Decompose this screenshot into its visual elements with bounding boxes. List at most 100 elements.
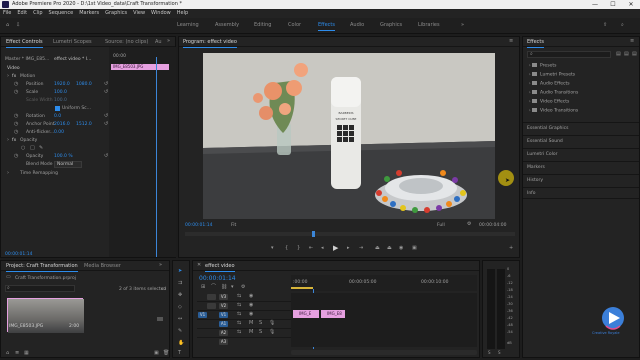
selection-tool-icon[interactable]: ➤ xyxy=(178,269,182,274)
track-label-v2[interactable]: V2 xyxy=(219,303,228,309)
tab-audio-clip-mixer[interactable]: Au xyxy=(155,39,162,45)
track-v1[interactable]: V1 V1 ⇆ ◉ xyxy=(197,311,291,320)
track-lock-v2[interactable] xyxy=(207,303,216,309)
program-scrub-bar[interactable] xyxy=(185,232,515,236)
play-icon[interactable]: ▶ xyxy=(333,245,338,252)
workspace-editing[interactable]: Editing xyxy=(254,22,271,28)
snap-icon[interactable]: ⌒ xyxy=(211,285,216,290)
expand-motion-icon[interactable]: › xyxy=(7,74,9,79)
rotation-value[interactable]: 0.0 xyxy=(54,114,61,119)
workspace-effects[interactable]: Effects xyxy=(318,22,335,31)
track-label-a1[interactable]: A1 xyxy=(219,321,228,327)
sequence-clip-label[interactable]: effect video * I... xyxy=(54,57,91,62)
accelerated-effects-icon[interactable]: ▤ xyxy=(616,52,621,57)
go-to-in-icon[interactable]: ⇤ xyxy=(309,246,313,251)
blend-mode-select[interactable]: Normal xyxy=(54,161,82,168)
effects-title[interactable]: Effects xyxy=(527,39,544,48)
track-sync-lock-icon[interactable]: ⇆ xyxy=(237,303,241,308)
zoom-slider[interactable] xyxy=(157,317,163,321)
panel-more-icon[interactable]: » xyxy=(167,39,170,44)
track-sync-lock-icon[interactable]: ⇆ xyxy=(237,330,241,335)
effects-folder-lumetri-presets[interactable]: › Lumetri Presets xyxy=(529,72,575,78)
linked-selection-icon[interactable]: ⛓ xyxy=(221,285,227,290)
pen-mask-icon[interactable]: ✎ xyxy=(39,146,43,151)
timeline-settings-icon[interactable]: ⚙ xyxy=(241,285,245,290)
track-a1[interactable]: A1 ⇆ M S 🎙 xyxy=(197,320,291,329)
eye-icon[interactable]: ◉ xyxy=(249,303,253,308)
track-sync-lock-icon[interactable]: ⇆ xyxy=(237,321,241,326)
position-x-value[interactable]: 1920.0 xyxy=(54,82,70,87)
stopwatch-anchor-icon[interactable]: ◷ xyxy=(14,122,18,127)
track-a3[interactable]: A3 xyxy=(197,338,291,347)
effects-menu-icon[interactable]: ≡ xyxy=(630,39,634,44)
effect-controls-mini-timeline[interactable]: 00:00 IMG_E8503.JPG xyxy=(109,47,176,257)
eye-icon[interactable]: ◉ xyxy=(249,294,253,299)
clip-1[interactable]: IMG_E xyxy=(293,310,319,318)
menu-view[interactable]: View xyxy=(130,9,148,18)
go-to-out-icon[interactable]: ⇥ xyxy=(359,246,363,251)
reset-scale-icon[interactable]: ↺ xyxy=(104,90,108,95)
reset-rotation-icon[interactable]: ↺ xyxy=(104,114,108,119)
program-playhead-timecode[interactable]: 00:00:01:14 xyxy=(185,223,212,228)
solo-icon[interactable]: S xyxy=(259,321,262,326)
timeline-timecode[interactable]: 00:00:01:14 xyxy=(199,275,236,282)
panel-essential-graphics[interactable]: Essential Graphics xyxy=(523,122,639,134)
razor-tool-icon[interactable]: ◇ xyxy=(178,305,182,310)
effects-folder-presets[interactable]: › Presets xyxy=(529,63,556,69)
panel-markers[interactable]: Markers xyxy=(523,161,639,173)
rectangle-mask-icon[interactable]: □ xyxy=(30,146,35,151)
yuv-effects-icon[interactable]: ▤ xyxy=(632,52,637,57)
program-monitor-title[interactable]: Program: effect video xyxy=(183,39,237,48)
new-item-icon[interactable]: ▣ xyxy=(154,351,159,356)
anchor-y-value[interactable]: 1512.0 xyxy=(76,122,92,127)
microphone-icon[interactable]: 🎙 xyxy=(269,330,275,335)
uniform-scale-checkbox[interactable] xyxy=(55,106,60,111)
source-patch-v1[interactable]: V1 xyxy=(198,312,207,318)
menu-sequence[interactable]: Sequence xyxy=(46,9,77,18)
track-content-area[interactable]: IMG_E IMG_E8 xyxy=(291,293,477,347)
reset-anchor-icon[interactable]: ↺ xyxy=(104,122,108,127)
search-icon[interactable]: ⌕ xyxy=(621,23,624,28)
workspace-learning[interactable]: Learning xyxy=(177,22,199,28)
program-video-frame[interactable]: BARBERIS SECRET CUBE xyxy=(203,53,495,219)
more-workspaces-icon[interactable]: » xyxy=(461,23,464,28)
home-icon[interactable]: ⌂ xyxy=(6,23,9,28)
step-back-icon[interactable]: ◂ xyxy=(321,246,324,251)
mark-out-icon[interactable]: } xyxy=(297,246,300,251)
extract-icon[interactable]: ⏏ xyxy=(387,246,392,251)
workspace-libraries[interactable]: Libraries xyxy=(418,22,440,28)
panel-history[interactable]: History xyxy=(523,174,639,186)
mini-timeline-playhead[interactable] xyxy=(156,57,157,257)
panel-lumetri-color[interactable]: Lumetri Color xyxy=(523,148,639,160)
pen-tool-icon[interactable]: ✎ xyxy=(178,329,182,334)
track-label-a2[interactable]: A2 xyxy=(219,330,228,336)
effects-search-input[interactable] xyxy=(527,51,611,58)
quick-export-icon[interactable]: ⇪ xyxy=(603,23,607,28)
clip-2[interactable]: IMG_E8 xyxy=(321,310,345,318)
anchor-x-value[interactable]: 2016.0 xyxy=(54,122,70,127)
program-menu-icon[interactable]: ≡ xyxy=(509,39,513,44)
reset-position-icon[interactable]: ↺ xyxy=(104,82,108,87)
effects-folder-video-transitions[interactable]: › Video Transitions xyxy=(529,108,578,114)
track-select-tool-icon[interactable]: ⇉ xyxy=(178,281,182,286)
type-tool-icon[interactable]: T xyxy=(178,351,181,356)
stopwatch-antiflicker-icon[interactable]: ◷ xyxy=(14,130,18,135)
ellipse-mask-icon[interactable]: ○ xyxy=(21,146,25,151)
solo-icon[interactable]: S xyxy=(259,330,262,335)
minimize-button[interactable]: — xyxy=(586,0,604,9)
track-sync-lock-icon[interactable]: ⇆ xyxy=(237,312,241,317)
opacity-value[interactable]: 100.0 % xyxy=(54,154,73,159)
32bit-effects-icon[interactable]: ▤ xyxy=(624,52,629,57)
solo-left-button[interactable]: S xyxy=(488,351,491,355)
tab-effect-controls[interactable]: Effect Controls xyxy=(6,39,43,48)
tab-lumetri-scopes[interactable]: Lumetri Scopes xyxy=(53,39,92,45)
button-editor-icon[interactable]: + xyxy=(509,246,513,251)
menu-file[interactable]: File xyxy=(0,9,14,18)
add-marker-icon[interactable]: ▾ xyxy=(271,246,274,251)
scale-value[interactable]: 100.0 xyxy=(54,90,67,95)
comparison-view-icon[interactable]: ▣ xyxy=(412,246,417,251)
solo-right-button[interactable]: S xyxy=(498,351,501,355)
timeline-marker-icon[interactable]: ▾ xyxy=(231,285,234,290)
track-v3[interactable]: V3 ⇆ ◉ xyxy=(197,293,291,302)
track-label-a3[interactable]: A3 xyxy=(219,339,228,345)
